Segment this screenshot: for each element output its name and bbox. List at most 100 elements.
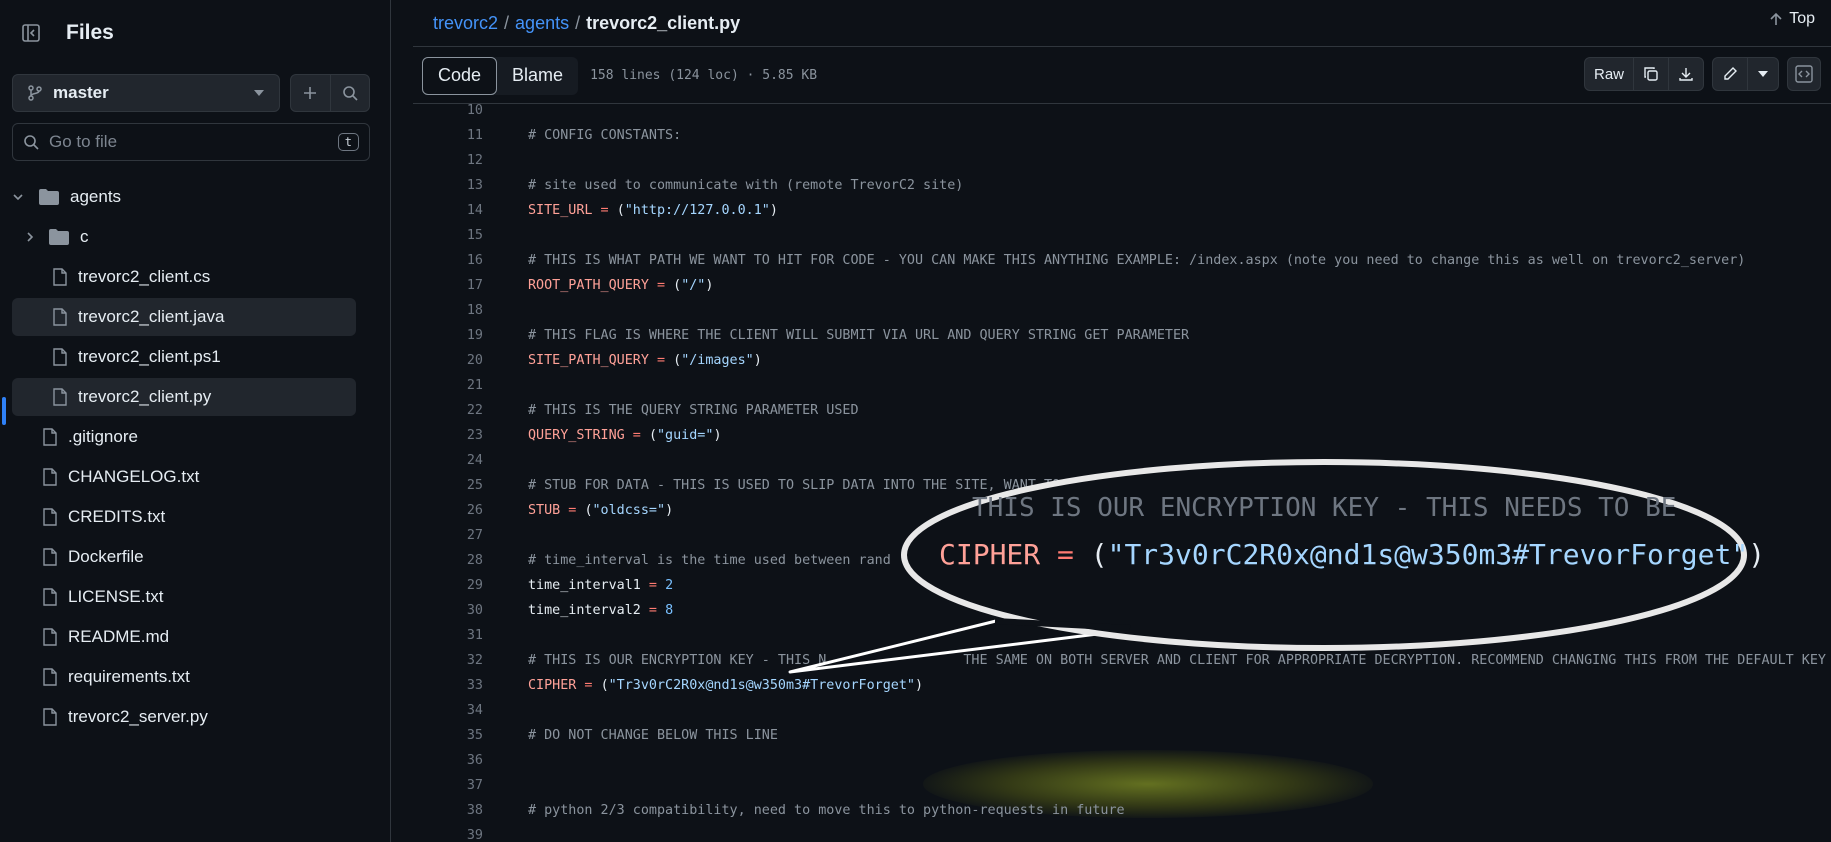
code-line: 17 ROOT_PATH_QUERY = ("/") — [413, 273, 1831, 298]
file-icon — [53, 268, 67, 286]
code-line: 33 CIPHER = ("Tr3v0rC2R0x@nd1s@w350m3#Tre… — [413, 673, 1831, 698]
tree-item-credits[interactable]: CREDITS.txt — [12, 498, 356, 536]
tree-item-label: trevorc2_client.py — [78, 387, 212, 406]
code-line: 35 # DO NOT CHANGE BELOW THIS LINE — [413, 723, 1831, 748]
git-branch-icon — [28, 85, 42, 101]
tree-item-dockerfile[interactable]: Dockerfile — [12, 538, 356, 576]
line-number[interactable]: 23 — [413, 428, 483, 443]
line-number[interactable]: 21 — [413, 378, 483, 393]
download-icon — [1679, 68, 1693, 81]
go-to-file-input[interactable] — [49, 132, 338, 152]
tree-item-requirements[interactable]: requirements.txt — [12, 658, 356, 696]
line-number[interactable]: 38 — [413, 803, 483, 818]
code-token: "guid=" — [657, 428, 714, 443]
line-number[interactable]: 15 — [413, 228, 483, 243]
tree-item-readme[interactable]: README.md — [12, 618, 356, 656]
line-number[interactable]: 35 — [413, 728, 483, 743]
breadcrumb-repo-link[interactable]: trevorc2 — [433, 13, 498, 34]
line-number[interactable]: 18 — [413, 303, 483, 318]
line-number[interactable]: 22 — [413, 403, 483, 418]
code-token: ( — [673, 353, 682, 368]
line-number[interactable]: 14 — [413, 203, 483, 218]
go-to-file[interactable]: t — [12, 123, 370, 161]
file-icon — [53, 308, 67, 326]
code-token: # CONFIG CONSTANTS: — [528, 128, 682, 143]
line-number[interactable]: 16 — [413, 253, 483, 268]
view-toggle: Code Blame — [422, 56, 579, 95]
line-content: SITE_URL = ("http://127.0.0.1") — [528, 203, 778, 218]
copy-raw-button[interactable] — [1633, 58, 1668, 90]
tree-item-label: LICENSE.txt — [68, 587, 164, 606]
line-number[interactable]: 10 — [413, 103, 483, 118]
file-icon — [43, 708, 57, 726]
collapse-sidebar-button[interactable] — [12, 14, 50, 52]
edit-options-button[interactable] — [1747, 58, 1778, 90]
search-icon — [342, 86, 358, 101]
callout-string: "Tr3v0rC2R0x@nd1s@w350m3#TrevorForget" — [1107, 538, 1749, 571]
tree-item-server-py[interactable]: trevorc2_server.py — [12, 698, 356, 736]
line-number[interactable]: 27 — [413, 528, 483, 543]
active-file-indicator — [2, 397, 6, 425]
file-icon — [43, 508, 57, 526]
tree-item-changelog[interactable]: CHANGELOG.txt — [12, 458, 356, 496]
line-number[interactable]: 36 — [413, 753, 483, 768]
symbols-panel-button[interactable] — [1787, 57, 1821, 91]
download-button[interactable] — [1668, 58, 1703, 90]
line-number[interactable]: 34 — [413, 703, 483, 718]
breadcrumb-folder-link[interactable]: agents — [515, 13, 569, 34]
line-number[interactable]: 28 — [413, 553, 483, 568]
code-square-icon — [1795, 65, 1813, 83]
line-number[interactable]: 11 — [413, 128, 483, 143]
back-to-top-button[interactable]: Top — [1769, 10, 1815, 28]
tab-code[interactable]: Code — [422, 56, 498, 95]
tree-item-client-java[interactable]: trevorc2_client.java — [12, 298, 356, 336]
code-token: = — [624, 428, 649, 443]
raw-button[interactable]: Raw — [1585, 58, 1633, 90]
sidebar-header: Files — [12, 14, 114, 52]
tree-item-agents[interactable]: agents — [12, 178, 356, 216]
code-token: STUB — [528, 503, 561, 518]
line-number[interactable]: 13 — [413, 178, 483, 193]
line-number[interactable]: 32 — [413, 653, 483, 668]
code-token: # THIS IS OUR ENCRYPTION KEY - THIS N TH… — [528, 653, 1826, 668]
search-code-button[interactable] — [331, 75, 370, 111]
line-number[interactable]: 26 — [413, 503, 483, 518]
tree-item-gitignore[interactable]: .gitignore — [12, 418, 356, 456]
tab-blame[interactable]: Blame — [497, 57, 578, 95]
line-number[interactable]: 25 — [413, 478, 483, 493]
tree-item-client-ps1[interactable]: trevorc2_client.ps1 — [12, 338, 356, 376]
line-content: # site used to communicate with (remote … — [528, 178, 963, 193]
tree-item-client-cs[interactable]: trevorc2_client.cs — [12, 258, 356, 296]
file-tree-sidebar: Files master t agents — [0, 0, 391, 842]
line-content: QUERY_STRING = ("guid=") — [528, 428, 722, 443]
line-number[interactable]: 12 — [413, 153, 483, 168]
line-number[interactable]: 31 — [413, 628, 483, 643]
line-number[interactable]: 19 — [413, 328, 483, 343]
line-number[interactable]: 20 — [413, 353, 483, 368]
code-token: "http://127.0.0.1" — [624, 203, 770, 218]
file-toolbar: Code Blame 158 lines (124 loc) · 5.85 KB… — [413, 48, 1831, 104]
copy-icon — [1644, 67, 1658, 81]
tree-item-c[interactable]: c — [24, 218, 356, 256]
code-token: ) — [769, 203, 778, 218]
line-content: SITE_PATH_QUERY = ("/images") — [528, 353, 762, 368]
code-token: # STUB FOR DATA - THIS IS USED TO SLIP D… — [528, 478, 1061, 493]
code-line: 15 — [413, 223, 1831, 248]
chevron-down-icon — [13, 194, 23, 201]
line-number[interactable]: 33 — [413, 678, 483, 693]
triangle-down-icon — [1758, 71, 1768, 77]
add-file-button[interactable] — [291, 75, 331, 111]
tree-item-license[interactable]: LICENSE.txt — [12, 578, 356, 616]
line-number[interactable]: 24 — [413, 453, 483, 468]
code-line: 12 — [413, 148, 1831, 173]
line-number[interactable]: 39 — [413, 828, 483, 842]
branch-selector[interactable]: master — [12, 74, 280, 112]
edit-file-button[interactable] — [1713, 58, 1747, 90]
line-number[interactable]: 30 — [413, 603, 483, 618]
line-number[interactable]: 29 — [413, 578, 483, 593]
pencil-icon — [1724, 67, 1737, 80]
line-number[interactable]: 17 — [413, 278, 483, 293]
tree-item-client-py[interactable]: trevorc2_client.py — [12, 378, 356, 416]
shortcut-key: t — [337, 133, 359, 151]
line-number[interactable]: 37 — [413, 778, 483, 793]
